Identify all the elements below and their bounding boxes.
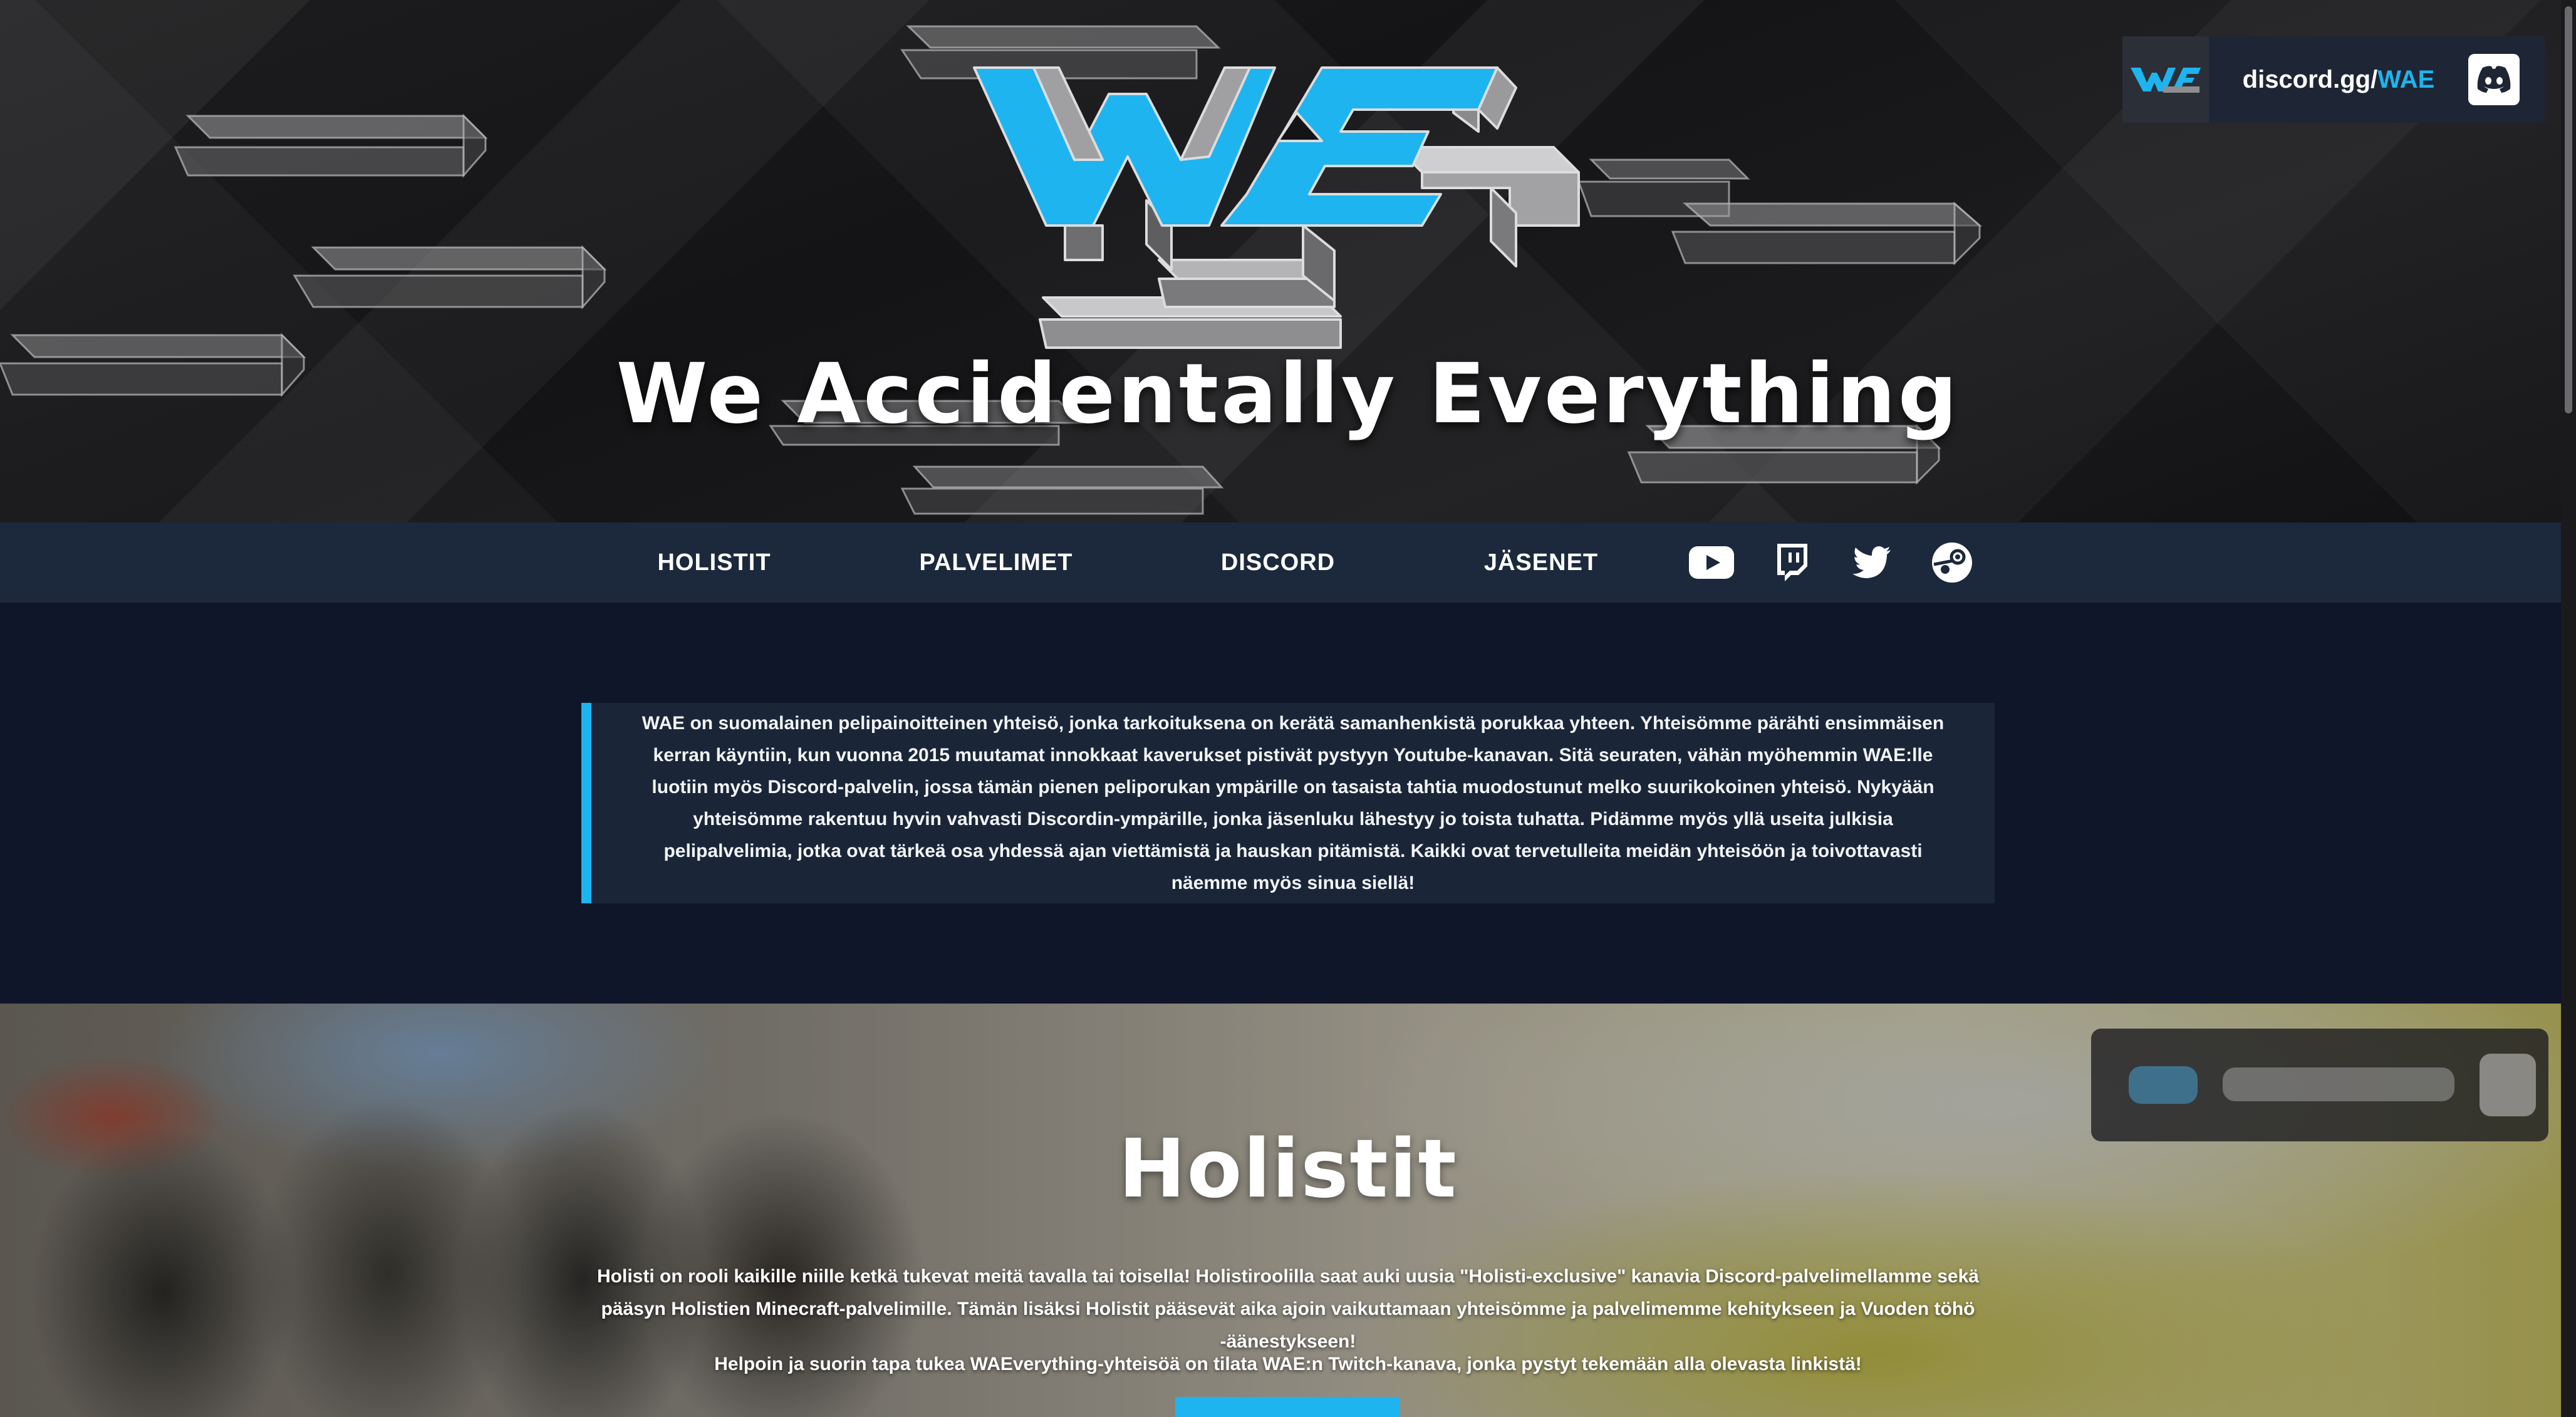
scrollbar[interactable]	[2561, 0, 2576, 1417]
about-section: WAE on suomalainen pelipainoitteinen yht…	[0, 603, 2576, 1004]
hero-banner: We Accidentally Everything discord.gg/WA…	[0, 0, 2576, 522]
youtube-icon[interactable]	[1689, 540, 1734, 585]
nav-item-discord[interactable]: DISCORD	[1190, 522, 1366, 603]
blurred-button	[2480, 1054, 2536, 1116]
holistit-title: Holistit	[1118, 1123, 1458, 1216]
main-nav: HOLISTIT PALVELIMET DISCORD JÄSENET	[0, 522, 2576, 603]
wae-mini-logo	[2122, 36, 2209, 123]
twitter-icon[interactable]	[1849, 540, 1894, 585]
invite-prefix: discord.gg/	[2242, 65, 2378, 93]
about-box: WAE on suomalainen pelipainoitteinen yht…	[581, 703, 1995, 903]
twitch-subscribe-button[interactable]	[1175, 1397, 1400, 1417]
invite-code: WAE	[2377, 65, 2435, 93]
discord-invite-widget[interactable]: discord.gg/WAE	[2122, 36, 2545, 123]
about-text: WAE on suomalainen pelipainoitteinen yht…	[641, 713, 1945, 893]
holistit-support-text: Helpoin ja suorin tapa tukea WAEverythin…	[714, 1354, 1862, 1374]
discord-icon[interactable]	[2468, 54, 2520, 105]
blurred-text	[2223, 1067, 2454, 1101]
discord-invite-link[interactable]: discord.gg/WAE	[2209, 66, 2468, 94]
nav-item-jasenet[interactable]: JÄSENET	[1453, 522, 1629, 603]
steam-icon[interactable]	[1929, 540, 1975, 585]
blurred-logo	[2129, 1066, 2198, 1104]
hero-title: We Accidentally Everything	[616, 346, 1960, 442]
twitch-icon[interactable]	[1769, 540, 1814, 585]
nav-item-holistit[interactable]: HOLISTIT	[626, 522, 802, 603]
social-links	[1689, 522, 1975, 603]
nav-item-palvelimet[interactable]: PALVELIMET	[902, 522, 1090, 603]
wae-logo	[973, 66, 1580, 349]
scrollbar-thumb[interactable]	[2565, 6, 2572, 413]
holistit-description: Holisti on rooli kaikille niille ketkä t…	[597, 1266, 1979, 1352]
holistit-section: Holistit Holisti on rooli kaikille niill…	[0, 1004, 2576, 1417]
